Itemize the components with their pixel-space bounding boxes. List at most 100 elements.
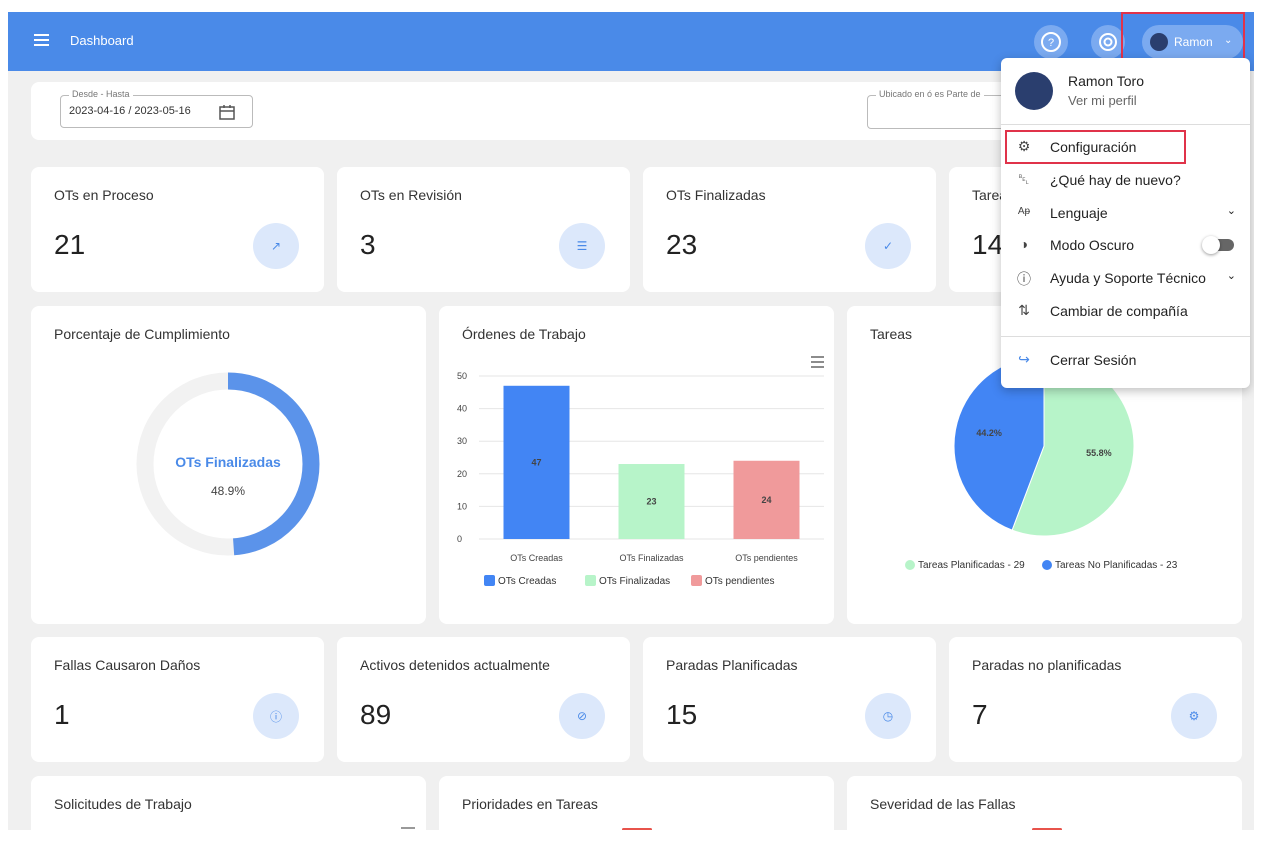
work-orders-bar-chart: 0 10 20 30 40 50 47 OTs Creadas 23 OTs Finalizada… <box>457 356 824 587</box>
kpi-title: OTs en Revisión <box>360 187 462 203</box>
menu-item-label: Lenguaje <box>1050 205 1108 221</box>
compliance-donut: OTs Finalizadas 48.9% <box>136 372 320 556</box>
menu-divider <box>1001 336 1250 337</box>
kpi-title: Activos detenidos actualmente <box>360 657 550 673</box>
failure-severity-title: Severidad de las Fallas <box>870 796 1016 812</box>
legend-label: Tareas Planificadas - 29 <box>918 560 1025 571</box>
date-range-legend: Desde - Hasta <box>69 89 133 99</box>
location-legend: Ubicado en ó es Parte de <box>876 89 984 99</box>
legend-swatch <box>691 575 702 586</box>
menu-item-lenguaje[interactable]: Aᵽ Lenguaje ⌄ <box>1001 198 1250 228</box>
settings-icon: ⚙ <box>1171 693 1217 739</box>
kpi-card-paradas-no-planificadas: Paradas no planificadas 7 ⚙ <box>949 637 1242 762</box>
user-dropdown-menu: Ramon Toro Ver mi perfil ⚙ Configuración… <box>1001 58 1250 388</box>
legend-label: OTs pendientes <box>705 576 775 587</box>
highlight-configuracion <box>1005 130 1186 164</box>
compliance-card: Porcentaje de Cumplimiento OTs Finalizad… <box>31 306 426 624</box>
menu-item-modo-oscuro[interactable]: ◑ Modo Oscuro <box>1001 230 1250 260</box>
check-circle-icon: ✓ <box>865 223 911 269</box>
app-window: Dashboard ? Ramon ⌄ Desde - Hasta 2023-0… <box>8 12 1254 830</box>
y-tick-label: 20 <box>457 469 467 479</box>
pie-percent-label: 55.8% <box>1086 448 1112 458</box>
x-tick-label: OTs pendientes <box>735 553 798 563</box>
menu-item-label: Modo Oscuro <box>1050 237 1135 253</box>
view-profile-link[interactable]: Ver mi perfil <box>1068 93 1137 108</box>
y-tick-label: 10 <box>457 501 467 511</box>
work-orders-card: Órdenes de Trabajo 0 10 20 30 40 50 47 OTs Crea… <box>439 306 834 624</box>
kpi-value: 1 <box>54 699 70 730</box>
menu-divider <box>1001 124 1250 125</box>
alert-circle-icon: ⓘ <box>253 693 299 739</box>
trending-up-icon: ↗ <box>253 223 299 269</box>
legend-swatch <box>905 560 915 570</box>
legend-label: OTs Creadas <box>498 576 556 587</box>
menu-item-cerrar-sesion[interactable]: ↪ Cerrar Sesión <box>1001 345 1250 375</box>
menu-item-ayuda[interactable]: ⓘ Ayuda y Soporte Técnico ⌄ <box>1001 263 1250 293</box>
kpi-title: OTs Finalizadas <box>666 187 766 203</box>
task-priorities-title: Prioridades en Tareas <box>462 796 598 812</box>
menu-icon[interactable] <box>34 34 49 46</box>
contrast-icon: ◑ <box>1019 236 1029 252</box>
task-priorities-card: Prioridades en Tareas <box>439 776 834 830</box>
clipboard-icon: ☰ <box>559 223 605 269</box>
info-icon: ⓘ <box>1017 271 1031 287</box>
calendar-clock-icon: ◷ <box>865 693 911 739</box>
failure-severity-card: Severidad de las Fallas <box>847 776 1242 830</box>
svg-text:?: ? <box>1048 37 1054 49</box>
calendar-icon <box>219 105 235 120</box>
menu-item-label: Cambiar de compañía <box>1050 303 1188 319</box>
kpi-title: Paradas no planificadas <box>972 657 1122 673</box>
logout-icon: ↪ <box>1018 351 1030 367</box>
signal-off-icon: ⊘ <box>559 693 605 739</box>
swap-icon: ⇅ <box>1018 302 1030 318</box>
chart-menu-icon <box>401 827 415 829</box>
work-requests-card: Solicitudes de Trabajo <box>31 776 426 830</box>
x-tick-label: OTs Finalizadas <box>619 553 684 563</box>
kpi-title: Paradas Planificadas <box>666 657 798 673</box>
kpi-value: 15 <box>666 699 698 730</box>
kpi-card-fallas: Fallas Causaron Daños 1 ⓘ <box>31 637 324 762</box>
kpi-value: 3 <box>360 229 376 260</box>
y-tick-label: 30 <box>457 436 467 446</box>
menu-item-label: Cerrar Sesión <box>1050 352 1137 368</box>
legend-swatch <box>484 575 495 586</box>
menu-item-que-hay-de-nuevo[interactable]: ␇ ¿Qué hay de nuevo? <box>1001 165 1250 195</box>
kpi-card-ots-en-proceso: OTs en Proceso 21 ↗ <box>31 167 324 292</box>
chart-menu-icon[interactable] <box>811 356 824 368</box>
kpi-value: 23 <box>666 229 698 260</box>
kpi-card-ots-finalizadas: OTs Finalizadas 23 ✓ <box>643 167 936 292</box>
dark-mode-toggle[interactable] <box>1202 236 1234 254</box>
page-title: Dashboard <box>70 33 134 48</box>
menu-item-label: ¿Qué hay de nuevo? <box>1050 172 1181 188</box>
avatar <box>1015 72 1053 110</box>
legend-label: Tareas No Planificadas - 23 <box>1055 560 1178 571</box>
bar-value-label: 24 <box>761 495 771 505</box>
kpi-value: 14 <box>972 229 1004 260</box>
help-button[interactable]: ? <box>1034 25 1068 59</box>
chevron-down-icon: ⌄ <box>1226 270 1236 282</box>
date-range-field[interactable]: Desde - Hasta 2023-04-16 / 2023-05-16 <box>60 89 253 128</box>
bell-icon: ␇ <box>1018 171 1030 187</box>
kpi-title: OTs en Proceso <box>54 187 154 203</box>
menu-item-cambiar-compania[interactable]: ⇅ Cambiar de compañía <box>1001 296 1250 326</box>
kpi-value: 7 <box>972 699 988 730</box>
user-full-name: Ramon Toro <box>1068 73 1145 89</box>
kpi-value: 89 <box>360 699 392 730</box>
kpi-card-ots-en-revision: OTs en Revisión 3 ☰ <box>337 167 630 292</box>
y-tick-label: 40 <box>457 404 467 414</box>
bar-value-label: 23 <box>646 497 656 507</box>
legend-swatch <box>585 575 596 586</box>
chart-edge <box>622 828 652 830</box>
highlight-user-button <box>1121 12 1245 63</box>
target-icon <box>1099 33 1117 51</box>
x-tick-label: OTs Creadas <box>510 553 563 563</box>
target-button[interactable] <box>1091 25 1125 59</box>
bar-value-label: 47 <box>531 457 541 467</box>
help-icon: ? <box>1041 32 1061 52</box>
chevron-down-icon: ⌄ <box>1226 205 1236 217</box>
translate-icon: Aᵽ <box>1017 206 1031 217</box>
donut-percent: 48.9% <box>211 484 245 498</box>
y-tick-label: 0 <box>457 534 462 544</box>
work-requests-title: Solicitudes de Trabajo <box>54 796 192 812</box>
pie-percent-label: 44.2% <box>976 428 1002 438</box>
